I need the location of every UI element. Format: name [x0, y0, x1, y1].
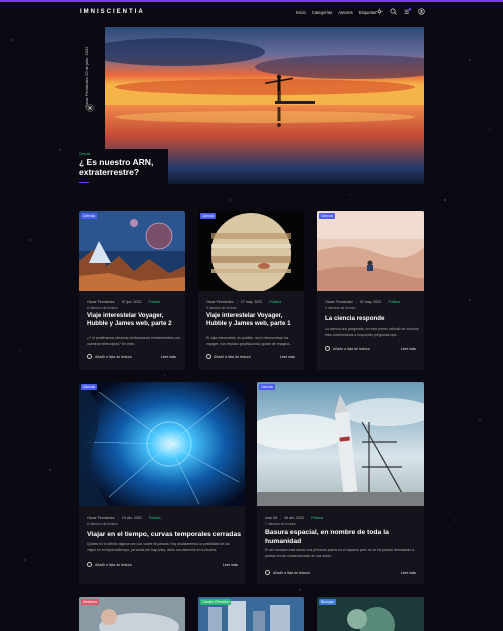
article-image: [317, 211, 424, 291]
article-card[interactable]: Cambio Climático: [198, 597, 304, 631]
category-badge[interactable]: Biología: [319, 599, 336, 605]
article-excerpt: El viaje interestelar, es posible, así l…: [206, 336, 292, 346]
add-icon: [87, 562, 92, 567]
category-badge[interactable]: Ciencia: [81, 384, 97, 390]
article-excerpt: La ciencia sus preguntas, en este primer…: [325, 327, 419, 337]
menu-item-autores[interactable]: Autores: [338, 10, 352, 15]
article-image: [257, 382, 424, 506]
menu-item-inicio[interactable]: Inicio: [296, 10, 306, 15]
read-time: 6 minutos de lectura: [87, 306, 118, 310]
menu-item-etiquetas[interactable]: Etiquetas: [359, 10, 376, 15]
add-icon: [206, 354, 211, 359]
article-title[interactable]: Viaje interestelar Voyager, Hubble y Jam…: [87, 312, 183, 328]
article-card[interactable]: Ciencia Oscar Fernández | 07 jun. 2022 Púb…: [79, 211, 185, 370]
article-title[interactable]: La ciencia responde: [325, 315, 421, 323]
hero-title[interactable]: ¿ Es nuestro ARN, extraterrestre?: [79, 157, 169, 177]
read-time: 9 minutos de lectura: [206, 306, 237, 310]
theme-toggle-icon[interactable]: [376, 8, 383, 15]
add-to-reading-list[interactable]: Añadir a lista de lectura: [87, 354, 132, 359]
article-card[interactable]: Ciencia Oscar Fernández | 27 may. 2022 Púb…: [198, 211, 304, 370]
category-badge[interactable]: Ciencia: [81, 213, 97, 219]
article-meta: Oscar Fernández | 02 may. 2022 Pública: [325, 300, 401, 304]
read-time: 8 minutos de lectura: [87, 522, 118, 526]
add-icon: [265, 570, 270, 575]
menu-item-categorias[interactable]: Categorías: [312, 10, 332, 15]
article-meta: Oscar Fernández | 27 may. 2022 Pública: [206, 300, 282, 304]
read-time: 5 minutos de lectura: [325, 306, 356, 310]
add-icon: [325, 346, 330, 351]
article-meta: Oscar Fernández | 07 jun. 2022 Pública: [87, 300, 161, 304]
category-badge[interactable]: Ciencia: [259, 384, 275, 390]
read-more-link[interactable]: Leer más: [223, 563, 238, 567]
author-avatar-icon: [86, 104, 94, 112]
article-excerpt: Quizás en tu infinito alguna vez con vol…: [87, 542, 230, 552]
article-title[interactable]: Viaje interestelar Voyager, Hubble y Jam…: [206, 312, 302, 328]
hero-category[interactable]: Ciencia: [79, 152, 90, 156]
site-logo[interactable]: IMNISCIENTIA: [80, 9, 145, 15]
article-meta: Oscar Fernández | 15 abr. 2022 Pública: [87, 516, 161, 520]
hero-date: Oscar Fernández 20 de julio, 2022: [84, 46, 89, 108]
main-menu: Inicio Categorías Autores Etiquetas: [296, 10, 376, 15]
article-card[interactable]: Ciencia Ivan Gil | 08 abr. 2022 Pública 7 …: [257, 382, 424, 584]
article-card[interactable]: Medicina: [79, 597, 185, 631]
article-card[interactable]: Biología: [317, 597, 424, 631]
nav-icons: [376, 8, 425, 15]
category-badge[interactable]: Cambio Climático: [200, 599, 232, 605]
article-card[interactable]: Ciencia Oscar Fernández | 02 may. 2022 Púb…: [317, 211, 424, 370]
add-to-reading-list[interactable]: Añadir a lista de lectura: [87, 562, 132, 567]
article-image: [79, 211, 185, 291]
add-to-reading-list[interactable]: Añadir a lista de lectura: [265, 570, 310, 575]
hero-title-underline: [79, 182, 89, 183]
category-badge[interactable]: Medicina: [81, 599, 100, 605]
article-title[interactable]: Basura espacial, en nombre de toda la hu…: [265, 528, 415, 546]
article-title[interactable]: Viajar en el tiempo, curvas temporales c…: [87, 530, 243, 539]
article-image: [198, 211, 304, 291]
category-badge[interactable]: Ciencia: [319, 213, 335, 219]
search-icon[interactable]: [390, 8, 397, 15]
article-meta: Ivan Gil | 08 abr. 2022 Pública: [265, 516, 323, 520]
article-image: [79, 382, 245, 506]
article-card[interactable]: Ciencia Oscar Fernández | 15 abr. 2022 Púb…: [79, 382, 245, 584]
read-more-link[interactable]: Leer más: [280, 355, 295, 359]
category-badge[interactable]: Ciencia: [200, 213, 216, 219]
read-more-link[interactable]: Leer más: [161, 355, 176, 359]
add-icon: [87, 354, 92, 359]
top-navigation: IMNISCIENTIA Inicio Categorías Autores E…: [0, 2, 503, 22]
add-to-reading-list[interactable]: Añadir a lista de lectura: [325, 346, 370, 351]
read-more-link[interactable]: Leer más: [401, 571, 416, 575]
reading-list-icon[interactable]: [404, 8, 411, 15]
add-to-reading-list[interactable]: Añadir a lista de lectura: [206, 354, 251, 359]
read-time: 7 minutos de lectura: [265, 522, 296, 526]
article-excerpt: El ser humano está dando sus primeros pa…: [265, 548, 415, 558]
read-more-link[interactable]: Leer más: [401, 347, 416, 351]
user-icon[interactable]: [418, 8, 425, 15]
article-excerpt: ¿Y si pudiéramos observar civilizaciones…: [87, 336, 181, 346]
